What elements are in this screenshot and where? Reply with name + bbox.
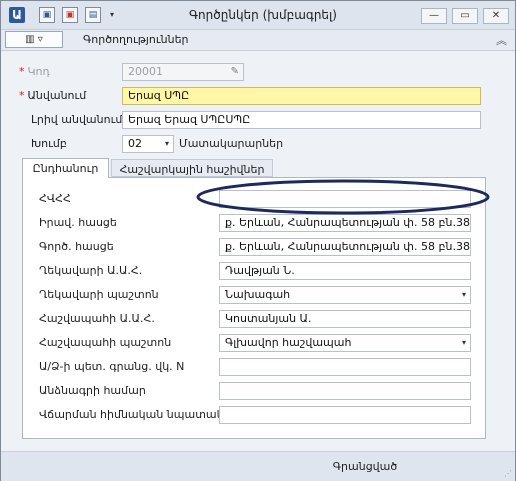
save-and-close-icon[interactable]: ▣ — [62, 7, 78, 23]
legal-address-label: Իրավ. հասցե — [39, 216, 117, 229]
required-mark: * — [19, 65, 25, 78]
tab-general[interactable]: Ընդհանուր — [22, 158, 109, 178]
group-select[interactable]: 02 ▾ — [122, 135, 174, 153]
close-button[interactable]: ✕ — [483, 8, 509, 24]
ribbon-actions-tab[interactable]: Գործողություններ — [83, 33, 189, 46]
app-logo-icon[interactable]: Ա — [9, 7, 25, 23]
title-bar: Ա ▣ ▣ ▤ ▾ Գործընկեր (խմբագրել) — ▭ ✕ — [1, 1, 515, 30]
business-address-label: Գործ. հասցե — [39, 240, 114, 253]
tab-settlement-accounts[interactable]: Հաշվարկային հաշիվներ — [111, 159, 273, 177]
passport-number-label: Անձնագրի համար — [39, 384, 146, 397]
highlight-ellipse-shape — [196, 179, 490, 215]
highlight-ellipse — [196, 179, 490, 215]
director-position-label: Ղեկավարի պաշտոն — [39, 288, 159, 301]
director-position-select[interactable]: Նախագահ ▾ — [219, 286, 471, 304]
group-label: Խումբ — [31, 137, 67, 150]
state-reg-number-field[interactable] — [219, 358, 471, 376]
minimize-button[interactable]: — — [421, 8, 447, 24]
chevron-down-icon: ▾ — [461, 338, 466, 347]
legal-address-field[interactable]: ք. Երևան, Հանրապետության փ. 58 բն.38 — [219, 214, 471, 232]
name-label: * Անվանում — [19, 89, 87, 102]
save-icon[interactable]: ▣ — [39, 7, 55, 23]
tin-label: ՀՎՀՀ — [39, 192, 71, 205]
accountant-name-label: Հաշվապահի Ա.Ա.Հ. — [39, 312, 155, 325]
ribbon-menu-button[interactable]: ▥ ▿ — [5, 31, 63, 48]
name-field[interactable]: Երազ ՍՊԸ — [122, 87, 481, 105]
registered-button[interactable]: Գրանցված — [301, 458, 429, 476]
magic-wand-icon[interactable]: ✎ — [231, 64, 239, 80]
code-field: 20001 ✎ — [122, 63, 244, 81]
payment-basis-field[interactable] — [219, 406, 471, 424]
accountant-name-field[interactable]: Կոստանյան Ա. — [219, 310, 471, 328]
director-name-field[interactable]: Դավթյան Ն. — [219, 262, 471, 280]
status-bar: Գրանցված ⋰ — [1, 451, 515, 481]
accountant-position-label: Հաշվապահի պաշտոն — [39, 336, 172, 349]
maximize-button[interactable]: ▭ — [452, 8, 478, 24]
chevron-down-icon: ▾ — [461, 290, 466, 299]
ribbon-collapse-icon[interactable]: ︽ — [496, 32, 507, 48]
resize-grip-icon[interactable]: ⋰ — [504, 469, 512, 478]
state-reg-number-label: Ա/Ձ-ի պետ. գրանց. վկ. N — [39, 360, 185, 373]
partner-edit-window: Ա ▣ ▣ ▤ ▾ Գործընկեր (խմբագրել) — ▭ ✕ ▥ ▿… — [0, 0, 516, 481]
full-name-field[interactable]: Երազ Երազ ՍՊԸՍՊԸ — [122, 111, 481, 129]
payment-basis-label: Վճարման հիմնական նպատակ — [39, 408, 224, 421]
passport-number-field[interactable] — [219, 382, 471, 400]
group-description: Մատակարարներ — [179, 137, 284, 150]
quick-access-dropdown-icon[interactable]: ▾ — [107, 7, 117, 23]
window-title: Գործընկեր (խմբագրել) — [189, 8, 337, 22]
accountant-position-select[interactable]: Գլխավոր հաշվապահ ▾ — [219, 334, 471, 352]
chevron-down-icon: ▾ — [164, 139, 169, 148]
general-tab-panel: ՀՎՀՀ Իրավ. հասցե ք. Երևան, Հանրապետությա… — [22, 177, 490, 439]
ribbon-bar: ▥ ▿ Գործողություններ ︽ — [1, 30, 515, 51]
full-name-label: Լրիվ անվանում — [31, 113, 123, 126]
required-mark: * — [19, 89, 25, 102]
new-document-icon[interactable]: ▤ — [85, 7, 101, 23]
director-name-label: Ղեկավարի Ա.Ա.Հ. — [39, 264, 143, 277]
code-label: * Կոդ — [19, 65, 50, 78]
business-address-field[interactable]: ք. Երևան, Հանրապետության փ. 58 բն.38 — [219, 238, 471, 256]
